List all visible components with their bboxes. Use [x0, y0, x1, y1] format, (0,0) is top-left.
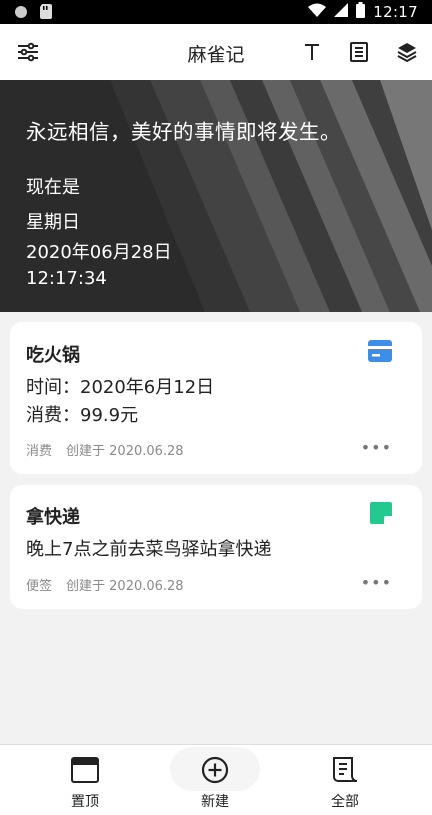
hero-quote: 永远相信，美好的事情即将发生。: [26, 120, 341, 144]
tab-label: 全部: [331, 794, 359, 810]
document-icon[interactable]: [345, 38, 373, 66]
bottom-navigation: 置顶 新建 全部: [0, 744, 432, 815]
tab-pinned[interactable]: 置顶: [40, 755, 130, 811]
card-created-date: 创建于 2020.06.28: [66, 444, 184, 459]
card-created-date: 创建于 2020.06.28: [66, 579, 184, 594]
card-icon: [368, 340, 392, 366]
add-circle-icon: [170, 755, 260, 785]
sticky-note-icon: [370, 502, 392, 528]
tab-label: 新建: [201, 794, 229, 810]
more-options-icon[interactable]: •••: [361, 438, 392, 457]
card-title: 吃火锅: [26, 345, 80, 366]
signal-icon: [334, 3, 349, 21]
card-line: 时间：2020年6月12日: [26, 377, 215, 398]
status-time: 12:17: [373, 3, 418, 21]
card-category: 消费: [26, 444, 53, 459]
app-bar: 麻雀记: [0, 24, 432, 80]
hero-banner: 永远相信，美好的事情即将发生。 现在是 星期日 2020年06月28日 12:1…: [0, 80, 432, 312]
layers-icon[interactable]: [393, 38, 421, 66]
all-notes-icon: [300, 755, 390, 785]
weekday-text: 星期日: [26, 212, 80, 233]
note-card[interactable]: 拿快递 晚上7点之前去菜鸟驿站拿快递 便签 创建于 2020.06.28 •••: [10, 485, 422, 609]
battery-icon: [356, 2, 366, 22]
card-title: 拿快递: [26, 507, 80, 528]
card-category: 便签: [26, 579, 53, 594]
wifi-icon: [308, 3, 327, 21]
status-bar: 12:17: [0, 0, 432, 24]
tab-new[interactable]: 新建: [170, 755, 260, 811]
card-line: 消费：99.9元: [26, 405, 139, 426]
sim-card-icon: [40, 4, 52, 23]
tab-all[interactable]: 全部: [300, 755, 390, 811]
clock-text: 12:17:34: [26, 268, 107, 289]
text-format-icon[interactable]: [298, 38, 326, 66]
record-dot-icon: [14, 4, 28, 23]
now-label: 现在是: [26, 177, 80, 198]
more-options-icon[interactable]: •••: [361, 573, 392, 592]
card-line: 晚上7点之前去菜鸟驿站拿快递: [26, 539, 272, 560]
tab-label: 置顶: [71, 794, 99, 810]
note-card[interactable]: 吃火锅 时间：2020年6月12日 消费：99.9元 消费 创建于 2020.0…: [10, 322, 422, 474]
pin-top-icon: [40, 755, 130, 785]
date-text: 2020年06月28日: [26, 242, 172, 263]
